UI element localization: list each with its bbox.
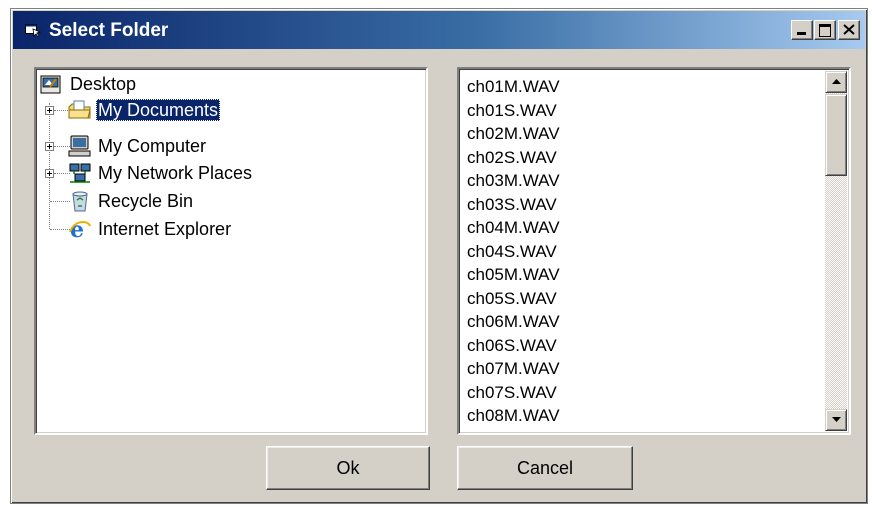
recycle-bin-icon (68, 190, 92, 212)
expand-my-network-places[interactable] (45, 169, 54, 178)
file-list-item[interactable]: ch05S.WAV (465, 287, 823, 311)
my-computer-icon (68, 135, 92, 157)
ok-button[interactable]: Ok (266, 446, 430, 490)
cancel-button[interactable]: Cancel (457, 446, 633, 490)
expand-my-computer[interactable] (45, 142, 54, 151)
file-list-item[interactable]: ch06M.WAV (465, 310, 823, 334)
window-title: Select Folder (49, 20, 169, 41)
file-list-item[interactable]: ch02M.WAV (465, 122, 823, 146)
maximize-button[interactable] (814, 20, 836, 40)
file-list-item[interactable]: ch01M.WAV (465, 75, 823, 99)
folder-tree: Desktop My Documents My Computer My Netw… (36, 69, 426, 433)
folder-dialog-icon (25, 23, 42, 38)
file-list-item[interactable]: ch07S.WAV (465, 381, 823, 405)
file-list-scrollbar[interactable] (825, 71, 847, 431)
scroll-thumb[interactable] (825, 94, 847, 176)
file-list-item[interactable]: ch02S.WAV (465, 146, 823, 170)
tree-item-label: My Documents (96, 99, 221, 121)
tree-item-label: My Network Places (98, 163, 253, 183)
arrow-up-icon (832, 79, 841, 84)
close-button[interactable] (838, 20, 860, 40)
tree-item-label: Internet Explorer (98, 219, 232, 239)
tree-connector (50, 201, 70, 202)
file-list-item[interactable]: ch06S.WAV (465, 334, 823, 358)
file-list-item[interactable]: ch04M.WAV (465, 216, 823, 240)
internet-explorer-icon: e (68, 217, 92, 243)
file-list-panel[interactable]: ch01M.WAV ch01S.WAV ch02M.WAV ch02S.WAV ch03… (457, 67, 851, 435)
file-list[interactable]: ch01M.WAV ch01S.WAV ch02M.WAV ch02S.WAV ch03… (465, 75, 823, 433)
expand-my-documents[interactable] (45, 106, 54, 115)
file-list-item[interactable]: ch01S.WAV (465, 99, 823, 123)
desktop-icon (40, 73, 64, 95)
title-bar[interactable]: Select Folder (13, 11, 865, 49)
network-places-icon (68, 162, 92, 184)
select-folder-dialog: Select Folder Desktop My Documents My Co… (10, 8, 868, 504)
arrow-down-icon (832, 417, 841, 422)
close-icon (843, 24, 855, 35)
tree-item-label: Recycle Bin (98, 191, 194, 211)
file-list-item[interactable]: ch07M.WAV (465, 357, 823, 381)
tree-connector (50, 229, 70, 230)
folder-tree-panel[interactable]: Desktop My Documents My Computer My Netw… (34, 67, 428, 435)
scroll-down-button[interactable] (825, 409, 847, 431)
minimize-button[interactable] (791, 20, 813, 40)
scroll-up-button[interactable] (825, 71, 847, 93)
file-list-item[interactable]: ch03S.WAV (465, 193, 823, 217)
file-list-item[interactable]: ch05M.WAV (465, 263, 823, 287)
tree-item-label: Desktop (70, 74, 137, 94)
file-list-item[interactable]: ch08M.WAV (465, 404, 823, 428)
my-documents-icon (68, 99, 92, 121)
file-list-item[interactable]: ch04S.WAV (465, 240, 823, 264)
tree-connector (49, 103, 50, 229)
file-list-item[interactable]: ch03M.WAV (465, 169, 823, 193)
tree-item-label: My Computer (98, 136, 207, 156)
